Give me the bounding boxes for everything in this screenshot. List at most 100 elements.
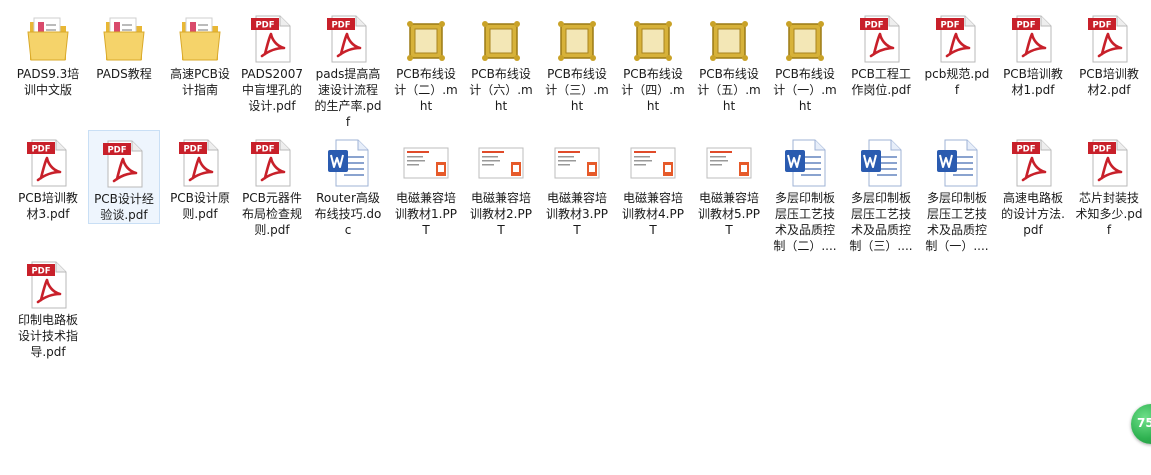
file-item[interactable]: PDF PCB元器件布局检查规则.pdf <box>236 130 308 238</box>
mht-icon <box>629 12 677 64</box>
file-label: PCB工程工作岗位.pdf <box>851 67 911 97</box>
file-label: 电磁兼容培训教材2.PPT <box>470 191 532 237</box>
corner-badge-text: 75 <box>1137 416 1151 430</box>
file-label: PADS9.3培训中文版 <box>16 67 80 97</box>
file-item[interactable]: PDF 印制电路板设计技术指导.pdf <box>12 252 84 360</box>
file-label: 芯片封装技术知多少.pdf <box>1075 191 1143 237</box>
pdf-icon: PDF <box>324 12 372 64</box>
file-label: Router高级布线技巧.doc <box>314 191 382 237</box>
file-label: PCB设计经验谈.pdf <box>94 192 154 222</box>
file-label: PADS2007中盲埋孔的设计.pdf <box>240 67 304 113</box>
svg-text:PDF: PDF <box>331 21 350 31</box>
file-label: PCB布线设计（二）.mht <box>394 67 458 113</box>
svg-text:PDF: PDF <box>31 145 50 155</box>
file-label: PCB布线设计（一）.mht <box>773 67 837 113</box>
svg-text:PDF: PDF <box>31 267 50 277</box>
file-item[interactable]: PCB布线设计（四）.mht <box>617 6 689 114</box>
file-label: 多层印制板层压工艺技术及品质控制（一）.... <box>925 191 989 253</box>
word-icon <box>857 136 905 188</box>
file-label: 电磁兼容培训教材5.PPT <box>698 191 760 237</box>
file-label: pcb规范.pdf <box>924 67 990 97</box>
file-label: PCB元器件布局检查规则.pdf <box>241 191 302 237</box>
file-item[interactable]: Router高级布线技巧.doc <box>312 130 384 238</box>
file-item[interactable]: PDF 高速电路板的设计方法.pdf <box>997 130 1069 238</box>
svg-text:PDF: PDF <box>183 145 202 155</box>
pdf-icon: PDF <box>248 12 296 64</box>
ppt-icon <box>553 136 601 188</box>
pdf-icon: PDF <box>933 12 981 64</box>
file-item[interactable]: PDF PCB工程工作岗位.pdf <box>845 6 917 98</box>
file-item[interactable]: 多层印制板层压工艺技术及品质控制（三）.... <box>845 130 917 254</box>
file-label: 电磁兼容培训教材1.PPT <box>395 191 457 237</box>
mht-icon <box>781 12 829 64</box>
file-label: PADS教程 <box>96 67 152 81</box>
file-label: PCB培训教材3.pdf <box>18 191 78 221</box>
file-item[interactable]: PDF PCB培训教材1.pdf <box>997 6 1069 98</box>
svg-text:PDF: PDF <box>1092 21 1111 31</box>
folder-icon <box>176 12 224 64</box>
file-item[interactable]: PCB布线设计（六）.mht <box>465 6 537 114</box>
file-label: PCB培训教材1.pdf <box>1003 67 1063 97</box>
file-item[interactable]: PCB布线设计（五）.mht <box>693 6 765 114</box>
file-label: pads提高高速设计流程的生产率.pdf <box>314 67 382 129</box>
pdf-icon: PDF <box>1009 136 1057 188</box>
mht-icon <box>553 12 601 64</box>
file-item[interactable]: PDF 芯片封装技术知多少.pdf <box>1073 130 1145 238</box>
pdf-icon: PDF <box>1085 12 1133 64</box>
mht-icon <box>477 12 525 64</box>
file-item[interactable]: PDF PCB设计经验谈.pdf <box>88 130 160 224</box>
file-item[interactable]: 电磁兼容培训教材5.PPT <box>693 130 765 238</box>
file-item[interactable]: PDF pads提高高速设计流程的生产率.pdf <box>312 6 384 130</box>
file-label: 多层印制板层压工艺技术及品质控制（二）.... <box>773 191 837 253</box>
file-item[interactable]: PADS教程 <box>88 6 160 82</box>
mht-icon <box>705 12 753 64</box>
file-item[interactable]: PCB布线设计（二）.mht <box>390 6 462 114</box>
folder-icon <box>100 12 148 64</box>
file-label: 高速PCB设计指南 <box>170 67 230 97</box>
file-label: 高速电路板的设计方法.pdf <box>1001 191 1065 237</box>
file-label: PCB布线设计（四）.mht <box>621 67 685 113</box>
file-label: PCB设计原则.pdf <box>170 191 230 221</box>
file-item[interactable]: PADS9.3培训中文版 <box>12 6 84 98</box>
file-item[interactable]: 高速PCB设计指南 <box>164 6 236 98</box>
mht-icon <box>402 12 450 64</box>
svg-text:PDF: PDF <box>1016 21 1035 31</box>
file-item[interactable]: 电磁兼容培训教材1.PPT <box>390 130 462 238</box>
file-item[interactable]: PDF PCB设计原则.pdf <box>164 130 236 222</box>
word-icon <box>324 136 372 188</box>
ppt-icon <box>477 136 525 188</box>
file-item[interactable]: 电磁兼容培训教材3.PPT <box>541 130 613 238</box>
ppt-icon <box>402 136 450 188</box>
word-icon <box>933 136 981 188</box>
file-label: 电磁兼容培训教材4.PPT <box>622 191 684 237</box>
file-label: 多层印制板层压工艺技术及品质控制（三）.... <box>849 191 913 253</box>
svg-text:PDF: PDF <box>864 21 883 31</box>
file-item[interactable]: PDF PCB培训教材3.pdf <box>12 130 84 222</box>
file-item[interactable]: PDF pcb规范.pdf <box>921 6 993 98</box>
file-item[interactable]: 电磁兼容培训教材4.PPT <box>617 130 689 238</box>
file-item[interactable]: PCB布线设计（一）.mht <box>769 6 841 114</box>
file-item[interactable]: 电磁兼容培训教材2.PPT <box>465 130 537 238</box>
pdf-icon: PDF <box>100 137 148 189</box>
pdf-icon: PDF <box>248 136 296 188</box>
svg-text:PDF: PDF <box>1092 145 1111 155</box>
word-icon <box>781 136 829 188</box>
corner-badge[interactable]: 75 <box>1131 404 1151 444</box>
svg-text:PDF: PDF <box>107 146 126 156</box>
file-label: PCB布线设计（六）.mht <box>469 67 533 113</box>
pdf-icon: PDF <box>24 258 72 310</box>
file-item[interactable]: PDF PCB培训教材2.pdf <box>1073 6 1145 98</box>
file-label: PCB培训教材2.pdf <box>1079 67 1139 97</box>
file-label: 印制电路板设计技术指导.pdf <box>17 313 78 359</box>
ppt-icon <box>629 136 677 188</box>
file-item[interactable]: PDF PADS2007中盲埋孔的设计.pdf <box>236 6 308 114</box>
file-explorer-view: PADS9.3培训中文版 PADS教程 高速PCB设计指南 PDF PADS20… <box>0 0 1151 475</box>
file-item[interactable]: 多层印制板层压工艺技术及品质控制（一）.... <box>921 130 993 254</box>
pdf-icon: PDF <box>857 12 905 64</box>
pdf-icon: PDF <box>176 136 224 188</box>
svg-text:PDF: PDF <box>255 145 274 155</box>
ppt-icon <box>705 136 753 188</box>
file-item[interactable]: PCB布线设计（三）.mht <box>541 6 613 114</box>
file-item[interactable]: 多层印制板层压工艺技术及品质控制（二）.... <box>769 130 841 254</box>
pdf-icon: PDF <box>1085 136 1133 188</box>
